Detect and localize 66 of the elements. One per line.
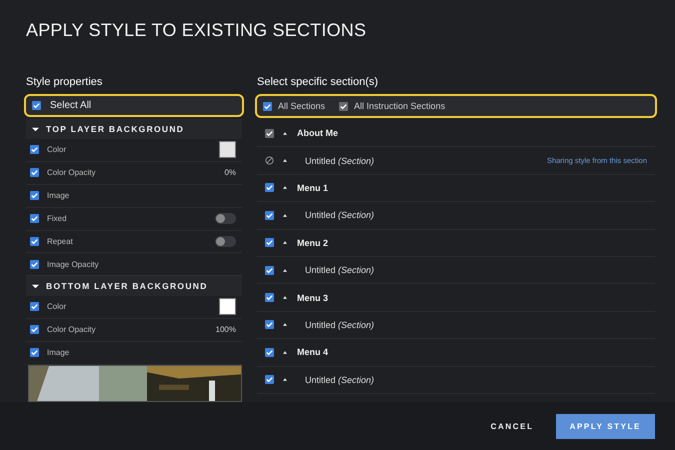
checkbox[interactable] (32, 101, 41, 110)
checkbox[interactable] (30, 302, 39, 312)
checkbox[interactable] (30, 145, 39, 154)
checkbox[interactable] (30, 168, 39, 178)
toggle-switch[interactable] (215, 236, 236, 248)
caret-icon (283, 378, 287, 382)
page-name: Menu 2 (297, 238, 328, 248)
caret-icon (283, 186, 287, 190)
checkbox[interactable] (30, 237, 39, 246)
caret-icon (283, 323, 287, 326)
checkbox[interactable] (30, 260, 39, 269)
section-name: Untitled (Section) (305, 156, 374, 166)
column-heading: Select specific section(s) (257, 76, 380, 90)
checkbox[interactable] (265, 293, 274, 302)
checkbox[interactable] (265, 375, 274, 384)
group-title: TOP LAYER BACKGROUND (46, 124, 184, 134)
section-name: Untitled (Section) (305, 210, 374, 220)
page-name: Menu 4 (297, 347, 328, 358)
group-header[interactable]: BOTTOM LAYER BACKGROUND (26, 276, 242, 296)
checkbox[interactable] (265, 183, 274, 192)
opacity-value: 100% (216, 325, 236, 334)
page-name: Menu 1 (297, 182, 328, 193)
caret-icon (283, 214, 287, 217)
property-label: Repeat (47, 237, 74, 246)
caret-icon (283, 132, 287, 135)
checkbox[interactable] (265, 210, 274, 220)
checkbox[interactable] (30, 214, 39, 224)
group-title: BOTTOM LAYER BACKGROUND (46, 281, 208, 292)
page-name: Menu 3 (297, 292, 328, 303)
checkbox-label: Select All (50, 100, 92, 112)
cancel-button[interactable]: CANCEL (482, 416, 542, 436)
prohibited-icon (265, 156, 274, 166)
color-swatch[interactable] (219, 298, 236, 316)
caret-icon (283, 350, 287, 354)
property-label: Image (47, 191, 70, 200)
section-name: Untitled (Section) (305, 320, 374, 330)
caret-icon (283, 159, 287, 162)
checkbox[interactable] (30, 348, 39, 358)
property-label: Image Opacity (47, 260, 100, 269)
section-name: Untitled (Section) (305, 265, 374, 276)
property-label: Fixed (47, 214, 68, 224)
caret-icon (283, 241, 287, 244)
caret-icon (283, 268, 287, 272)
checkbox[interactable] (265, 320, 274, 330)
property-label: Color (47, 302, 68, 312)
group-header[interactable]: TOP LAYER BACKGROUND (26, 119, 242, 140)
property-label: Color (47, 145, 68, 154)
dialog-title: APPLY STYLE TO EXISTING SECTIONS (25, 19, 368, 42)
section-name: Untitled (Section) (305, 374, 374, 385)
column-heading: Style properties (26, 76, 104, 90)
checkbox-label: All Instruction Sections (354, 101, 446, 111)
checkbox[interactable] (263, 102, 272, 110)
checkbox[interactable] (30, 325, 39, 334)
checkbox-label: All Sections (278, 101, 326, 111)
property-label: Color Opacity (47, 325, 96, 334)
checkbox[interactable] (30, 191, 39, 200)
property-label: Color Opacity (47, 168, 96, 178)
checkbox[interactable] (265, 348, 274, 357)
property-label: Image (47, 348, 70, 358)
page-name: About Me (297, 128, 338, 138)
checkbox[interactable] (265, 266, 274, 275)
color-swatch[interactable] (219, 141, 236, 158)
caret-icon (283, 296, 287, 300)
opacity-value: 0% (224, 168, 236, 178)
toggle-switch[interactable] (215, 213, 236, 224)
checkbox[interactable] (265, 238, 274, 248)
